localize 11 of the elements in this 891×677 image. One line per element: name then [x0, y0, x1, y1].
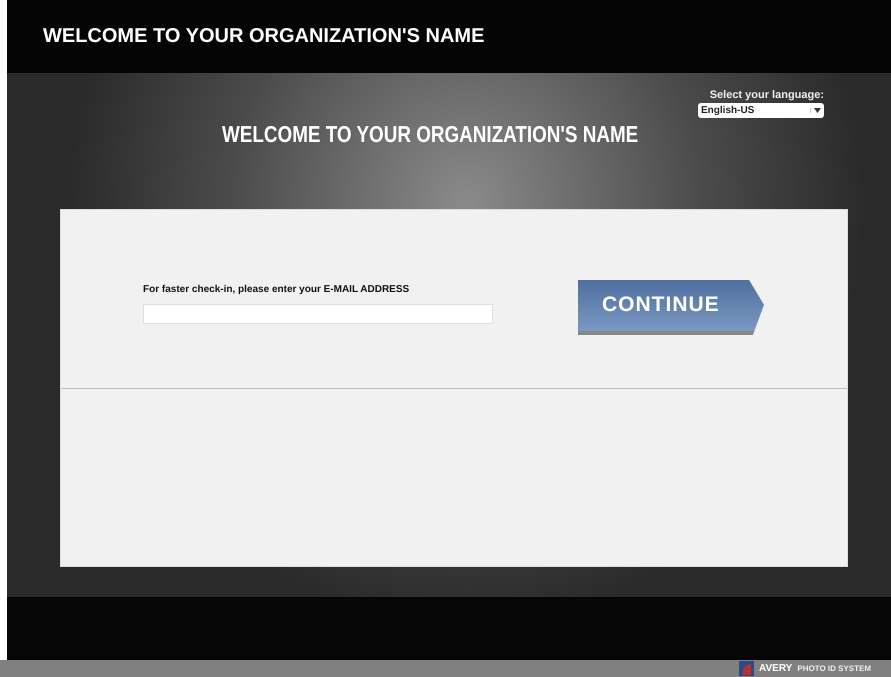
continue-button[interactable]: CONTINUE	[578, 280, 764, 335]
header-title: WELCOME TO YOUR ORGANIZATION'S NAME	[43, 25, 484, 48]
brand-name: AVERY	[759, 663, 792, 674]
email-label: For faster check-in, please enter your E-MAIL ADDRESS	[143, 284, 410, 295]
language-label: Select your language:	[710, 89, 824, 101]
logo-icon	[739, 661, 754, 676]
caret-icon	[810, 108, 821, 113]
email-field[interactable]	[143, 304, 493, 324]
language-dropdown[interactable]: English-US	[698, 103, 824, 118]
product-name: PHOTO ID SYSTEM	[797, 664, 871, 673]
page-heading: WELCOME TO YOUR ORGANIZATION'S NAME	[222, 121, 638, 148]
